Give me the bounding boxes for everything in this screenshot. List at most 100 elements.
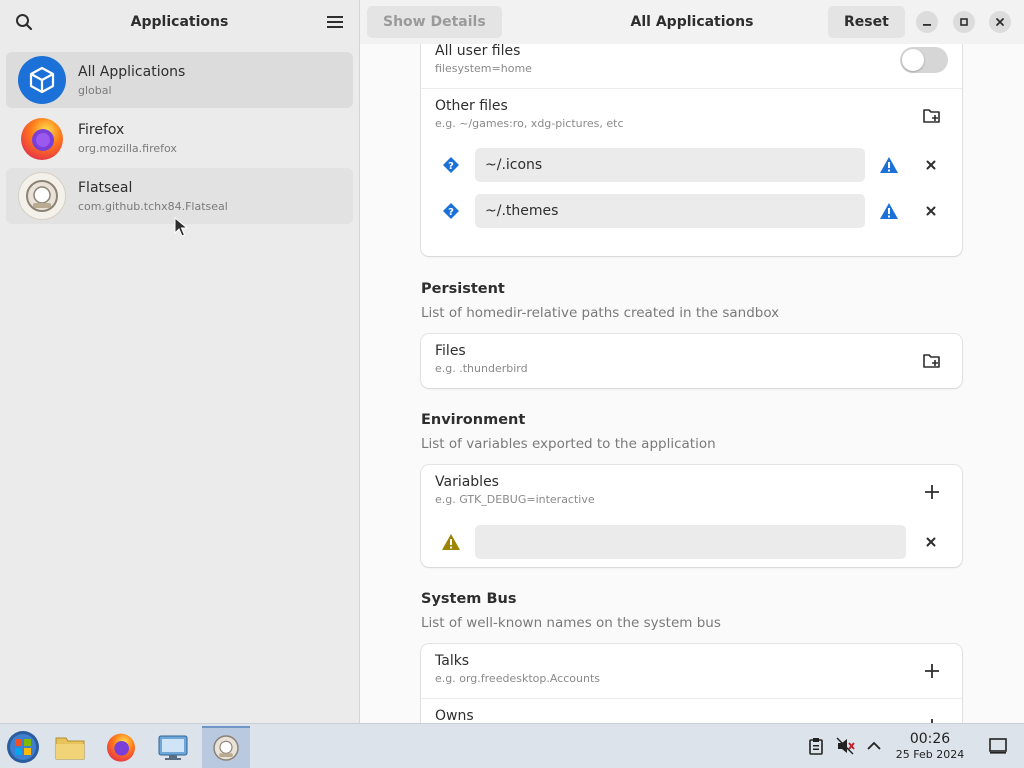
section-title-system-bus: System Bus (421, 591, 517, 607)
search-icon (16, 14, 33, 31)
plus-icon (925, 664, 939, 678)
add-folder-button[interactable] (916, 100, 948, 132)
start-orb-icon (7, 731, 39, 763)
taskbar-file-manager[interactable] (47, 726, 93, 768)
control-panel-icon (158, 735, 188, 760)
close-icon (926, 206, 936, 216)
row-subtitle: filesystem=home (435, 62, 532, 75)
folder-icon (55, 737, 85, 760)
sidebar: Applications All Applications global Fir… (0, 0, 360, 723)
start-button[interactable] (0, 726, 46, 768)
all-user-files-row: All user files filesystem=home (421, 44, 962, 88)
talks-row: Talks e.g. org.freedesktop.Accounts (421, 644, 962, 698)
app-item-flatseal[interactable]: Flatseal com.github.tchx84.Flatseal (6, 168, 353, 224)
add-variable-button[interactable] (916, 476, 948, 508)
section-title-persistent: Persistent (421, 281, 505, 297)
flatseal-icon (18, 172, 66, 220)
close-button[interactable] (989, 11, 1011, 33)
firefox-icon (18, 114, 66, 162)
app-name: All Applications (78, 63, 186, 80)
taskbar-firefox[interactable] (98, 726, 144, 768)
warning-icon (879, 201, 899, 221)
sidebar-header: Applications (0, 0, 359, 44)
folder-add-icon (923, 108, 940, 123)
row-subtitle: e.g. org.freedesktop.Accounts (435, 672, 600, 685)
volume-muted-icon (836, 737, 855, 755)
close-icon (926, 160, 936, 170)
environment-card: Variables e.g. GTK_DEBUG=interactive (421, 465, 962, 567)
row-title: Files (435, 343, 466, 359)
path-input[interactable]: ~/.icons (475, 148, 865, 182)
taskbar-flatseal[interactable] (202, 726, 250, 768)
add-talks-button[interactable] (916, 655, 948, 687)
variable-entry-row (421, 519, 962, 565)
folder-add-icon (923, 354, 940, 368)
row-subtitle: e.g. .thunderbird (435, 362, 528, 375)
mouse-cursor (174, 216, 189, 241)
remove-entry-button[interactable] (921, 155, 941, 175)
package-icon (18, 56, 66, 104)
row-subtitle: e.g. ~/games:ro, xdg-pictures, etc (435, 117, 624, 130)
clipboard-tray-button[interactable] (806, 736, 826, 756)
minimize-button[interactable] (916, 11, 938, 33)
notification-panel-icon (989, 738, 1007, 754)
firefox-icon (107, 733, 135, 762)
filesystem-card: All user files filesystem=home Other fil… (421, 44, 962, 256)
other-files-row: Other files e.g. ~/games:ro, xdg-picture… (421, 88, 962, 142)
warning-icon (441, 532, 461, 552)
show-details-button[interactable]: Show Details (367, 6, 502, 38)
app-id: org.mozilla.firefox (78, 141, 177, 155)
variables-row: Variables e.g. GTK_DEBUG=interactive (421, 465, 962, 519)
remove-entry-button[interactable] (921, 201, 941, 221)
app-list: All Applications global Firefox org.mozi… (0, 44, 359, 234)
row-title: All user files (435, 44, 521, 59)
maximize-icon (960, 18, 968, 26)
taskbar-control-panel[interactable] (150, 726, 196, 768)
clipboard-icon (809, 738, 823, 755)
question-icon: ? (441, 155, 461, 175)
remove-entry-button[interactable] (921, 532, 941, 552)
row-title: Variables (435, 474, 499, 490)
chevron-up-icon (867, 741, 881, 750)
path-entry-row: ? ~/.icons (421, 142, 962, 188)
app-name: Flatseal (78, 179, 133, 196)
minimize-icon (923, 24, 931, 26)
main-header: Show Details All Applications Reset (360, 0, 1024, 44)
app-name: Firefox (78, 121, 125, 138)
row-subtitle: e.g. GTK_DEBUG=interactive (435, 493, 595, 506)
reset-button[interactable]: Reset (828, 6, 905, 38)
volume-tray-button[interactable] (836, 736, 856, 756)
app-item-all-applications[interactable]: All Applications global (6, 52, 353, 108)
app-id: global (78, 83, 112, 97)
tray-expand-button[interactable] (864, 736, 884, 756)
section-description: List of well-known names on the system b… (421, 615, 721, 631)
row-title: Owns (435, 708, 474, 723)
all-user-files-toggle[interactable] (900, 47, 948, 73)
add-folder-button[interactable] (916, 345, 948, 377)
search-button[interactable] (12, 10, 36, 34)
permissions-content[interactable]: All user files filesystem=home Other fil… (360, 44, 1024, 723)
maximize-button[interactable] (953, 11, 975, 33)
close-icon (996, 18, 1004, 26)
section-title-environment: Environment (421, 412, 526, 428)
taskbar-clock[interactable]: 00:26 25 Feb 2024 (890, 731, 970, 761)
persistent-files-row: Files e.g. .thunderbird (421, 334, 962, 388)
menu-button[interactable] (323, 10, 347, 34)
add-owns-button[interactable] (916, 710, 948, 723)
flatseal-icon (213, 735, 239, 761)
close-icon (926, 537, 936, 547)
warning-icon (879, 155, 899, 175)
app-item-firefox[interactable]: Firefox org.mozilla.firefox (6, 110, 353, 166)
owns-row: Owns (421, 698, 962, 723)
row-title: Other files (435, 98, 508, 114)
persistent-card: Files e.g. .thunderbird (421, 334, 962, 388)
show-desktop-button[interactable] (988, 736, 1008, 756)
svg-text:?: ? (448, 161, 454, 172)
path-input[interactable]: ~/.themes (475, 194, 865, 228)
section-description: List of homedir-relative paths created i… (421, 305, 780, 321)
clock-time: 00:26 (909, 731, 951, 747)
section-description: List of variables exported to the applic… (421, 436, 716, 452)
clock-date: 25 Feb 2024 (895, 748, 965, 761)
path-entry-row: ? ~/.themes (421, 188, 962, 234)
variable-input[interactable] (475, 525, 906, 559)
